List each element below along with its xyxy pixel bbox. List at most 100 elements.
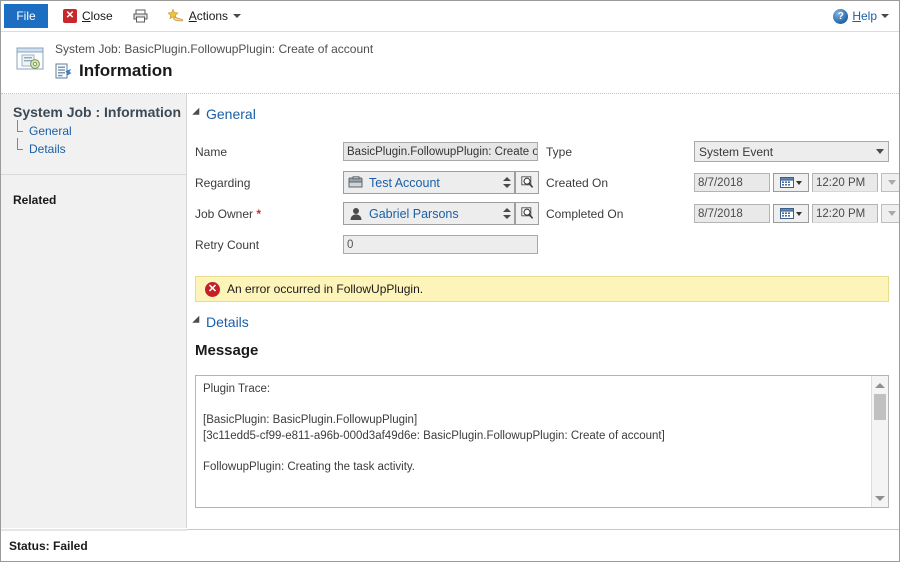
command-buttons: ✕ Close A bbox=[48, 1, 244, 31]
sidebar-item-label: General bbox=[29, 123, 72, 139]
system-job-window: File ✕ Close bbox=[0, 0, 900, 562]
help-circle-icon: ? bbox=[833, 9, 848, 24]
completed-on-time-input[interactable]: 12:20 PM bbox=[812, 204, 878, 223]
chevron-down-icon bbox=[233, 14, 241, 18]
regarding-spinner[interactable] bbox=[500, 172, 513, 193]
spinner-up-icon bbox=[503, 177, 511, 181]
chevron-down-icon bbox=[796, 212, 802, 216]
completed-on-field-label: Completed On bbox=[546, 207, 694, 221]
file-menu-tab[interactable]: File bbox=[4, 4, 48, 28]
job-owner-label-text: Job Owner bbox=[195, 207, 253, 221]
job-owner-spinner[interactable] bbox=[500, 203, 513, 224]
regarding-lookup[interactable]: Test Account bbox=[343, 171, 515, 194]
magnifier-icon bbox=[521, 207, 534, 220]
page-title: Information bbox=[79, 61, 173, 81]
field-row-completed-on: Completed On 8/7/2018 bbox=[546, 198, 889, 229]
print-button[interactable] bbox=[130, 5, 151, 27]
chevron-down-icon bbox=[881, 14, 889, 18]
error-icon: ✕ bbox=[205, 282, 220, 297]
type-value: System Event bbox=[699, 145, 876, 159]
scroll-down-button[interactable] bbox=[872, 491, 888, 505]
chevron-down-icon bbox=[888, 180, 896, 185]
collapse-triangle-icon bbox=[192, 316, 203, 327]
field-row-job-owner: Job Owner * Gab bbox=[195, 198, 538, 229]
spinner-down-icon bbox=[503, 215, 511, 219]
scroll-up-button[interactable] bbox=[872, 378, 888, 392]
information-form-icon bbox=[55, 63, 72, 80]
help-button-label: Help bbox=[852, 9, 877, 23]
created-on-date-input[interactable]: 8/7/2018 bbox=[694, 173, 770, 192]
sidebar: System Job : Information General Details… bbox=[1, 94, 187, 528]
actions-button-label: Actions bbox=[189, 9, 228, 23]
status-bar-strip bbox=[1, 529, 187, 531]
print-icon bbox=[133, 9, 148, 23]
help-button[interactable]: ? Help bbox=[833, 1, 889, 31]
completed-on-calendar-button[interactable] bbox=[773, 204, 809, 223]
general-section-header[interactable]: General bbox=[187, 94, 899, 122]
sidebar-item-label: Details bbox=[29, 141, 66, 157]
type-dropdown[interactable]: System Event bbox=[694, 141, 889, 162]
chevron-down-icon bbox=[876, 149, 884, 154]
details-section-header[interactable]: Details bbox=[187, 302, 899, 330]
close-button[interactable]: ✕ Close bbox=[60, 5, 116, 27]
general-section-title: General bbox=[206, 106, 256, 122]
regarding-value: Test Account bbox=[369, 176, 500, 190]
type-field-label: Type bbox=[546, 145, 694, 159]
spinner-down-icon bbox=[503, 184, 511, 188]
message-scrollbar[interactable] bbox=[871, 376, 888, 507]
name-input[interactable]: BasicPlugin.FollowupPlugin: Create of a bbox=[343, 142, 538, 161]
created-on-field-label: Created On bbox=[546, 176, 694, 190]
field-row-created-on: Created On 8/7/2018 bbox=[546, 167, 889, 198]
job-owner-value: Gabriel Parsons bbox=[369, 207, 500, 221]
completed-on-time-dropdown-button[interactable] bbox=[881, 204, 900, 223]
field-row-regarding: Regarding Test Accoun bbox=[195, 167, 538, 198]
status-text: Status: Failed bbox=[9, 539, 88, 553]
plugin-trace-text[interactable]: Plugin Trace: [BasicPlugin: BasicPlugin.… bbox=[196, 376, 871, 507]
scroll-down-icon bbox=[875, 496, 885, 501]
tree-elbow-icon bbox=[15, 124, 25, 138]
sidebar-nav-tree: General Details bbox=[1, 122, 186, 168]
job-owner-field-label: Job Owner * bbox=[195, 207, 343, 221]
required-marker: * bbox=[256, 207, 261, 221]
retry-count-input[interactable]: 0 bbox=[343, 235, 538, 254]
created-on-time-dropdown-button[interactable] bbox=[881, 173, 900, 192]
spinner-up-icon bbox=[503, 208, 511, 212]
form-right-column: Type System Event Created On 8/7 bbox=[546, 136, 889, 260]
user-icon bbox=[348, 207, 364, 221]
actions-star-icon bbox=[168, 9, 184, 24]
status-bar: Status: Failed bbox=[1, 529, 899, 561]
job-owner-lookup[interactable]: Gabriel Parsons bbox=[343, 202, 515, 225]
general-form: Name BasicPlugin.FollowupPlugin: Create … bbox=[187, 122, 899, 260]
sidebar-item-general[interactable]: General bbox=[15, 122, 186, 140]
sidebar-item-details[interactable]: Details bbox=[15, 140, 186, 158]
magnifier-icon bbox=[521, 176, 534, 189]
job-owner-lookup-button[interactable] bbox=[515, 202, 539, 225]
created-on-datetime: 8/7/2018 bbox=[694, 173, 900, 192]
close-x-icon: ✕ bbox=[63, 9, 77, 23]
field-row-retry-count: Retry Count 0 bbox=[195, 229, 538, 260]
created-on-calendar-button[interactable] bbox=[773, 173, 809, 192]
actions-button[interactable]: Actions bbox=[165, 5, 244, 27]
completed-on-date-input[interactable]: 8/7/2018 bbox=[694, 204, 770, 223]
name-field-label: Name bbox=[195, 145, 343, 159]
chevron-down-icon bbox=[796, 181, 802, 185]
content-area: System Job : Information General Details… bbox=[1, 94, 899, 528]
tree-elbow-icon bbox=[15, 142, 25, 156]
form-panel: General Name BasicPlugin.FollowupPlugin:… bbox=[187, 94, 899, 528]
related-section-header[interactable]: Related bbox=[1, 175, 186, 207]
regarding-field-label: Regarding bbox=[195, 176, 343, 190]
field-row-type: Type System Event bbox=[546, 136, 889, 167]
scrollbar-thumb[interactable] bbox=[874, 394, 886, 420]
created-on-time-input[interactable]: 12:20 PM bbox=[812, 173, 878, 192]
field-row-name: Name BasicPlugin.FollowupPlugin: Create … bbox=[195, 136, 538, 167]
record-subtitle: System Job: BasicPlugin.FollowupPlugin: … bbox=[55, 42, 373, 57]
chevron-down-icon bbox=[888, 211, 896, 216]
calendar-icon bbox=[780, 208, 794, 219]
scroll-up-icon bbox=[875, 383, 885, 388]
message-textarea-container: Plugin Trace: [BasicPlugin: BasicPlugin.… bbox=[195, 375, 889, 508]
regarding-lookup-button[interactable] bbox=[515, 171, 539, 194]
retry-count-field-label: Retry Count bbox=[195, 238, 343, 252]
completed-on-datetime: 8/7/2018 bbox=[694, 204, 900, 223]
close-button-label: Close bbox=[82, 9, 113, 23]
form-left-column: Name BasicPlugin.FollowupPlugin: Create … bbox=[195, 136, 538, 260]
